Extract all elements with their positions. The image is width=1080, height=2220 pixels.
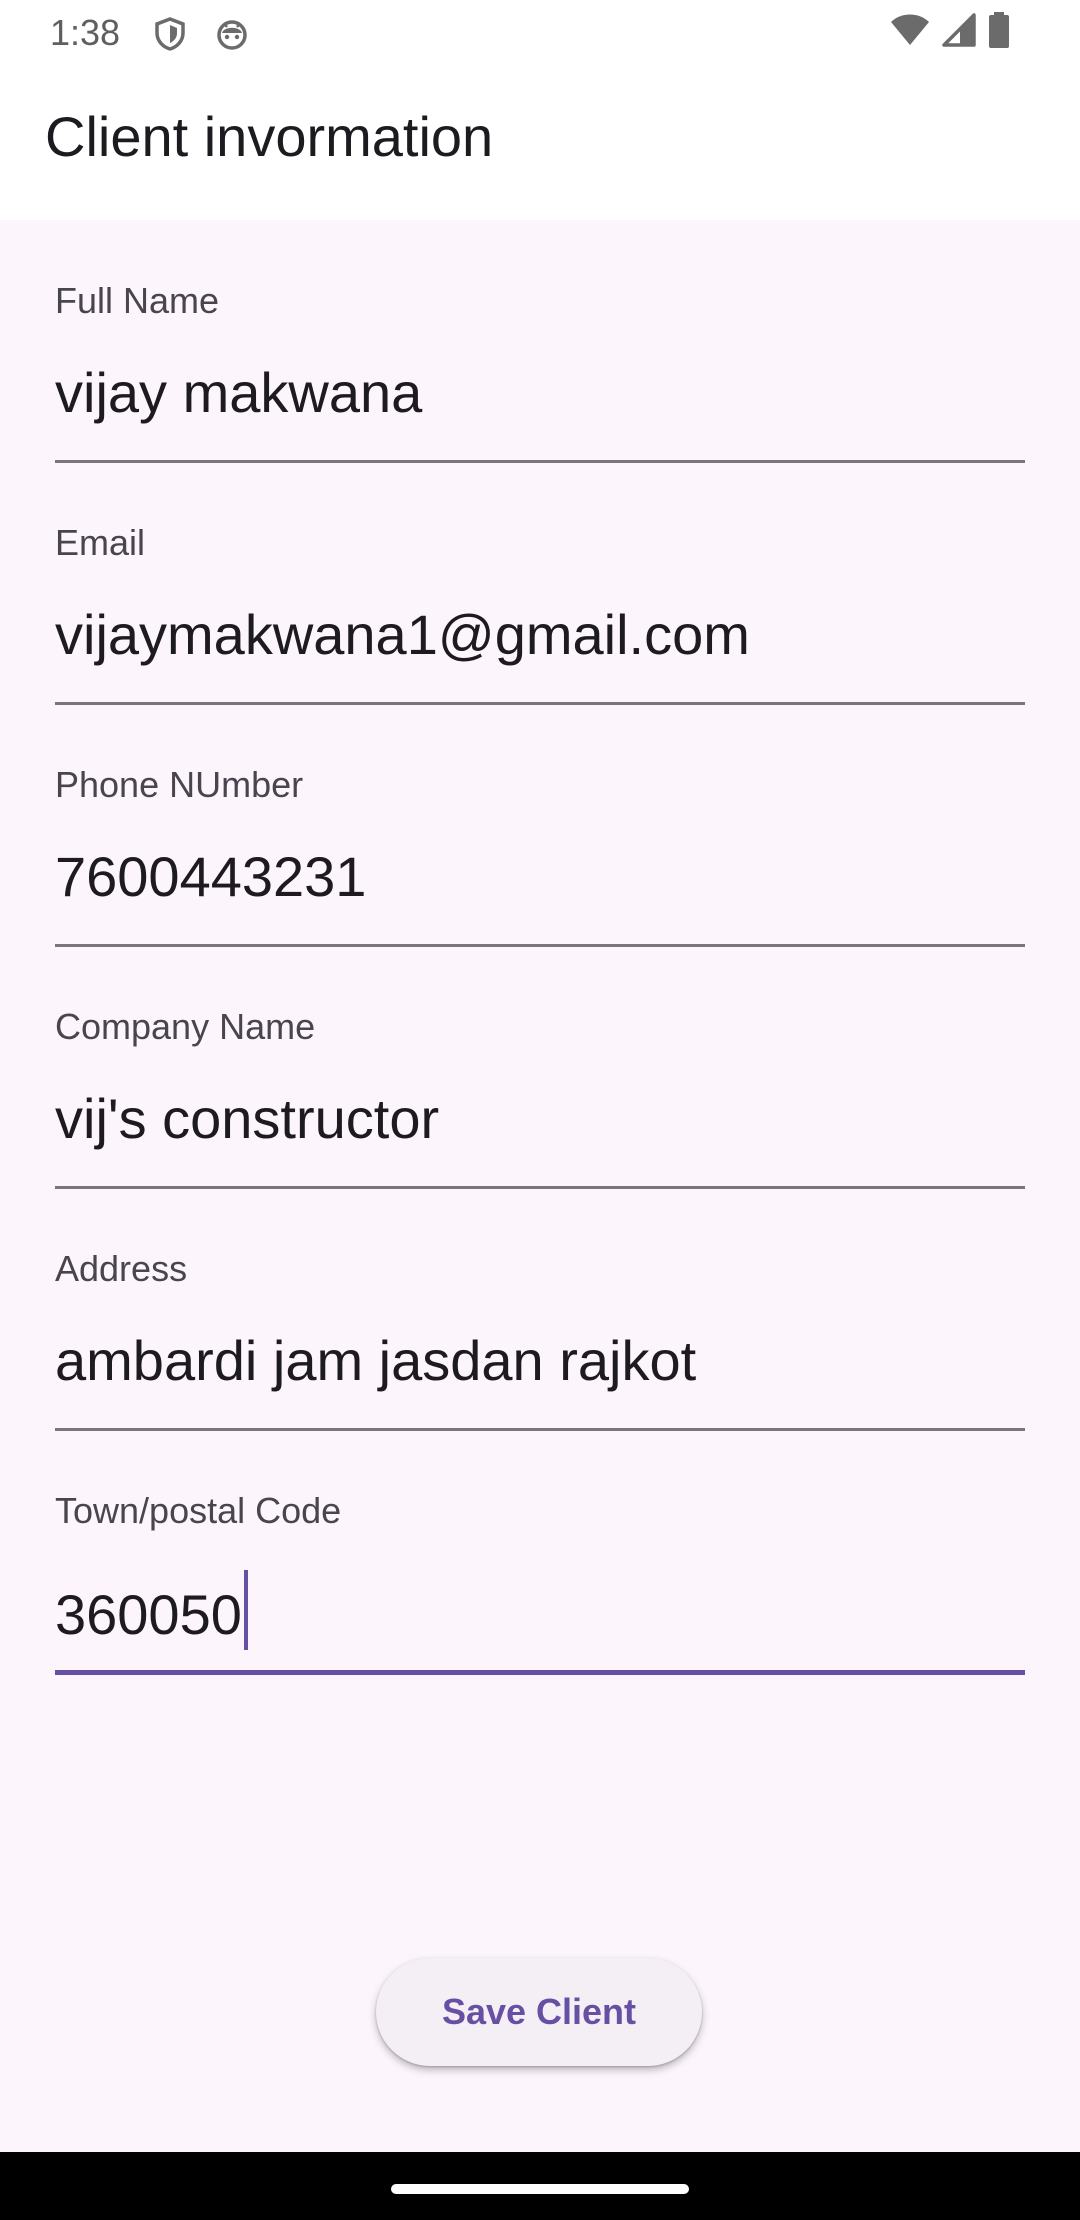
text-cursor [243,1570,248,1650]
cellular-signal-icon [942,12,976,52]
postal-code-value: 360050 [55,1583,242,1646]
company-name-input[interactable]: vij's constructor [55,1086,439,1151]
email-label: Email [55,522,146,563]
email-field[interactable]: Email vijaymakwana1@gmail.com [55,462,1025,705]
client-form: Full Name vijay makwana Email vijaymakwa… [0,220,1080,2152]
phone-number-field[interactable]: Phone NUmber 7600443231 [55,704,1025,947]
home-handle[interactable] [391,2184,689,2194]
address-field[interactable]: Address ambardi jam jasdan rajkot [55,1188,1025,1431]
status-bar: 1:38 [0,0,1080,66]
full-name-input[interactable]: vijay makwana [55,360,422,425]
postal-code-field[interactable]: Town/postal Code 360050 [55,1430,1025,1675]
gesture-nav-bar [0,2152,1080,2220]
full-name-label: Full Name [55,280,220,321]
company-name-label: Company Name [55,1006,316,1047]
company-name-field[interactable]: Company Name vij's constructor [55,946,1025,1189]
page-title: Client invormation [45,105,494,168]
wifi-icon [890,13,930,52]
status-right-icons [890,11,1010,53]
battery-icon [988,11,1010,53]
android-icon [214,16,250,52]
status-time: 1:38 [50,12,121,53]
phone-number-label: Phone NUmber [55,764,304,805]
postal-code-input[interactable]: 360050 [55,1570,248,1650]
postal-code-underline [55,1670,1025,1675]
address-input[interactable]: ambardi jam jasdan rajkot [55,1328,696,1393]
shield-icon [152,16,188,52]
full-name-field[interactable]: Full Name vijay makwana [55,220,1025,463]
app-bar: Client invormation [0,66,1080,220]
save-client-button[interactable]: Save Client [376,1958,702,2066]
email-input[interactable]: vijaymakwana1@gmail.com [55,602,750,667]
postal-code-label: Town/postal Code [55,1490,342,1531]
address-label: Address [55,1248,188,1289]
phone-number-input[interactable]: 7600443231 [55,844,366,909]
